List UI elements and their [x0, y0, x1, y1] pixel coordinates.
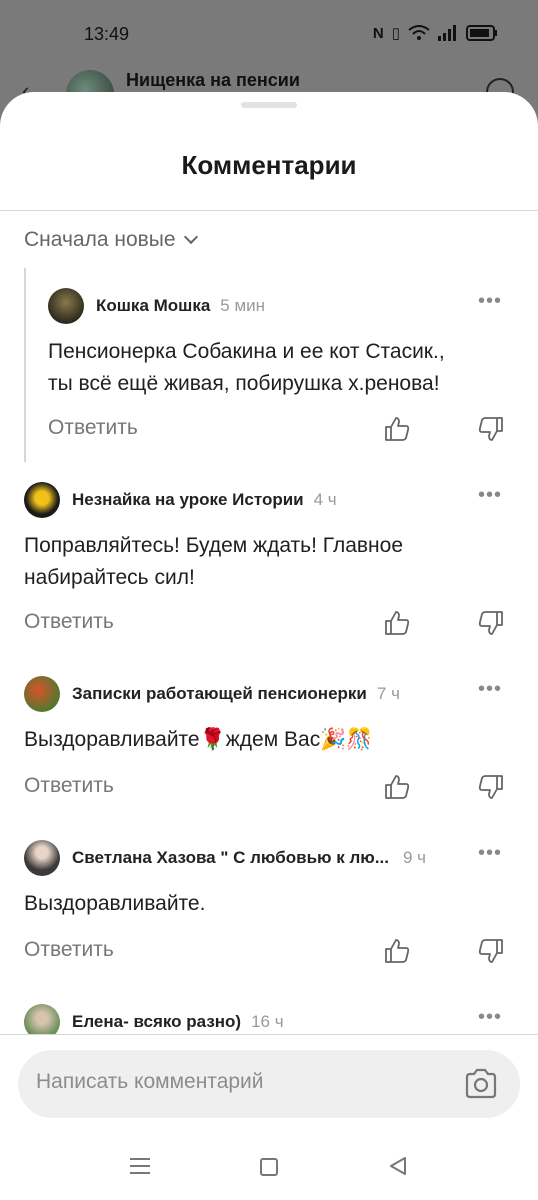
- vibrate-icon: ▯: [391, 25, 400, 42]
- comment-time: 9 ч: [402, 848, 427, 867]
- comment-header: Незнайка на уроке Истории 4 ч: [24, 482, 337, 518]
- more-dots-icon[interactable]: •••: [478, 290, 502, 313]
- comment-text-line: набирайтесь сил!: [24, 566, 195, 589]
- chevron-down-icon: [183, 229, 198, 245]
- thumbs-down-icon[interactable]: [478, 774, 504, 800]
- avatar[interactable]: [48, 288, 84, 324]
- thumbs-down-icon[interactable]: [478, 938, 504, 964]
- comment-author[interactable]: Записки работающей пенсионерки: [72, 684, 367, 704]
- camera-icon[interactable]: [464, 1068, 498, 1100]
- system-nav-bar: [0, 1132, 538, 1200]
- comment-header: Кошка Мошка 5 мин: [48, 288, 265, 324]
- thumbs-down-icon[interactable]: [478, 416, 504, 442]
- status-bar: 13:49 N ▯: [0, 0, 538, 70]
- sort-dropdown[interactable]: Сначала новые: [24, 228, 198, 252]
- comment-author[interactable]: Кошка Мошка: [96, 296, 210, 316]
- sort-label: Сначала новые: [24, 228, 176, 251]
- more-dots-icon[interactable]: •••: [478, 1006, 502, 1029]
- comment-input[interactable]: Написать комментарий: [18, 1050, 520, 1118]
- divider: [0, 210, 538, 211]
- comment-text: Выздоравливайте🌹ждем Вас🎉🎊: [24, 724, 373, 756]
- home-icon[interactable]: [260, 1158, 278, 1176]
- thumbs-down-icon[interactable]: [478, 610, 504, 636]
- comment-header: Светлана Хазова " С любовью к лю... 9 ч: [24, 840, 426, 876]
- comment-input-placeholder: Написать комментарий: [36, 1070, 264, 1093]
- comment-text-line: Поправляйтесь! Будем ждать! Главное: [24, 534, 404, 557]
- comment-time: 4 ч: [313, 490, 337, 509]
- reply-button[interactable]: Ответить: [24, 938, 114, 962]
- nfc-icon: N: [372, 24, 384, 42]
- comment-time: 5 мин: [220, 296, 266, 315]
- comment-text: Поправляйтесь! Будем ждать! Главное наби…: [24, 530, 403, 594]
- comment-text-line: Пенсионерка Собакина и ее кот Стасик.,: [48, 340, 445, 363]
- thumbs-up-icon[interactable]: [384, 416, 410, 442]
- status-icons: N ▯: [373, 24, 498, 42]
- battery-icon: [466, 25, 497, 41]
- comment-text: Выздоравливайте.: [24, 888, 205, 920]
- reply-button[interactable]: Ответить: [24, 610, 114, 634]
- avatar[interactable]: [24, 676, 60, 712]
- avatar[interactable]: [24, 840, 60, 876]
- back-icon[interactable]: [388, 1156, 408, 1176]
- thumbs-up-icon[interactable]: [384, 938, 410, 964]
- more-dots-icon[interactable]: •••: [478, 484, 502, 507]
- status-time: 13:49: [84, 24, 130, 44]
- comment-text-line: Выздоравливайте.: [24, 892, 206, 915]
- avatar[interactable]: [24, 482, 60, 518]
- comments-sheet: Комментарии Сначала новые Кошка Мошка 5 …: [0, 92, 538, 1200]
- comment-author[interactable]: Незнайка на уроке Истории: [72, 490, 304, 510]
- thumbs-up-icon[interactable]: [384, 610, 410, 636]
- more-dots-icon[interactable]: •••: [478, 678, 502, 701]
- comment-text: Пенсионерка Собакина и ее кот Стасик., т…: [48, 336, 445, 400]
- comment-author[interactable]: Светлана Хазова " С любовью к лю...: [72, 848, 389, 868]
- reply-thread-line: [24, 268, 26, 462]
- comment-time: 16 ч: [251, 1012, 284, 1031]
- comment-text-line: Выздоравливайте🌹ждем Вас🎉🎊: [24, 728, 373, 751]
- sheet-title: Комментарии: [181, 150, 357, 180]
- wifi-icon: [408, 25, 430, 40]
- thumbs-up-icon[interactable]: [384, 774, 410, 800]
- reply-button[interactable]: Ответить: [24, 774, 114, 798]
- comment-header: Записки работающей пенсионерки 7 ч: [24, 676, 400, 712]
- comment-author[interactable]: Елена- всяко разно): [72, 1012, 241, 1032]
- channel-title: Нищенка на пенсии: [126, 70, 300, 90]
- more-dots-icon[interactable]: •••: [478, 842, 502, 865]
- recent-apps-icon[interactable]: [130, 1158, 150, 1174]
- signal-icon: [438, 25, 456, 41]
- reply-button[interactable]: Ответить: [48, 416, 138, 440]
- sheet-drag-handle[interactable]: [241, 102, 297, 108]
- comment-text-line: ты всё ещё живая, побирушка х.ренова!: [48, 372, 440, 395]
- comment-time: 7 ч: [376, 684, 400, 703]
